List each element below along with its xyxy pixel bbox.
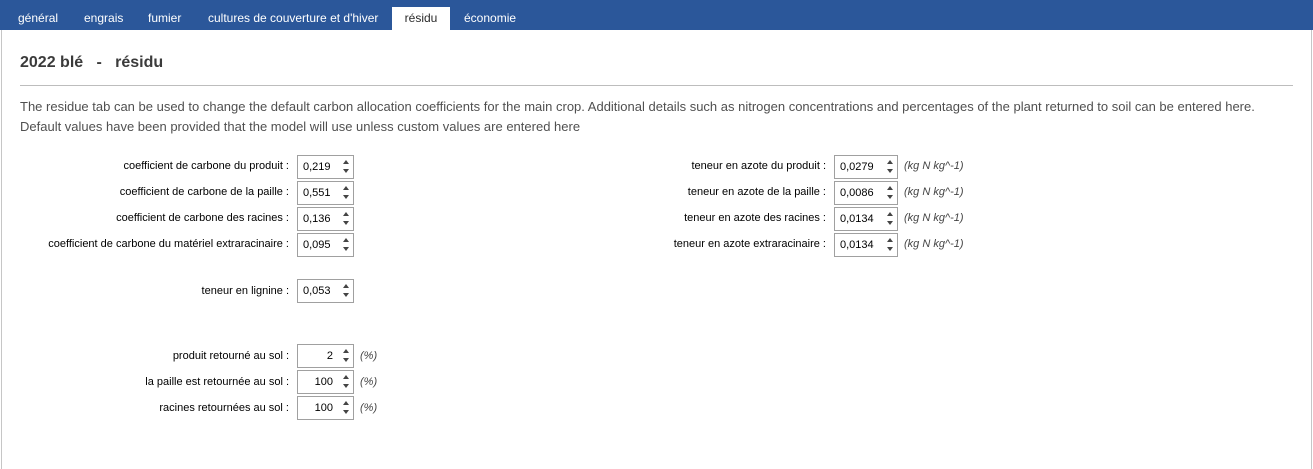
spinner-up-icon[interactable] — [887, 212, 893, 216]
lignin-spinner[interactable]: 0,053 — [297, 279, 354, 303]
roots-returned-spinner[interactable]: 100 — [297, 396, 354, 420]
spinner-up-icon[interactable] — [887, 186, 893, 190]
carbon-extraroot-label: coefficient de carbone du matériel extra… — [48, 238, 289, 250]
nitrogen-product-spinner[interactable]: 0,0279 — [834, 155, 898, 179]
lignin-value: 0,053 — [303, 285, 331, 297]
nitrogen-roots-value: 0,0134 — [840, 213, 874, 225]
carbon-extraroot-spinner[interactable]: 0,095 — [297, 233, 354, 257]
spinner-up-icon[interactable] — [343, 212, 349, 216]
nitrogen-straw-unit: (kg N kg^-1) — [904, 186, 964, 198]
spinner-up-icon[interactable] — [343, 160, 349, 164]
spinner-down-icon[interactable] — [343, 221, 349, 225]
carbon-straw-spinner[interactable]: 0,551 — [297, 181, 354, 205]
nitrogen-product-value: 0,0279 — [840, 161, 874, 173]
page-title: 2022 blé - résidu — [20, 54, 164, 71]
nitrogen-roots-unit: (kg N kg^-1) — [904, 212, 964, 224]
spinner-up-icon[interactable] — [343, 238, 349, 242]
spinner-down-icon[interactable] — [887, 247, 893, 251]
spinner-down-icon[interactable] — [887, 195, 893, 199]
straw-returned-label: la paille est retournée au sol : — [145, 376, 289, 388]
spinner-down-icon[interactable] — [887, 221, 893, 225]
tab-residue[interactable]: résidu — [392, 7, 450, 30]
spinner-up-icon[interactable] — [343, 375, 349, 379]
nitrogen-roots-spinner[interactable]: 0,0134 — [834, 207, 898, 231]
nitrogen-extraroot-spinner[interactable]: 0,0134 — [834, 233, 898, 257]
tab-general[interactable]: général — [18, 7, 58, 30]
spinner-down-icon[interactable] — [887, 169, 893, 173]
carbon-product-label: coefficient de carbone du produit : — [123, 160, 289, 172]
tab-economics[interactable]: économie — [464, 7, 516, 30]
product-returned-value: 2 — [326, 350, 333, 362]
product-returned-unit: (%) — [360, 350, 378, 362]
nitrogen-product-label: teneur en azote du produit : — [691, 160, 826, 172]
spinner-down-icon[interactable] — [343, 293, 349, 297]
spinner-down-icon[interactable] — [343, 410, 349, 414]
nitrogen-product-unit: (kg N kg^-1) — [904, 160, 964, 172]
nitrogen-straw-value: 0,0086 — [840, 187, 874, 199]
carbon-extraroot-value: 0,095 — [303, 239, 331, 251]
roots-returned-unit: (%) — [360, 402, 378, 414]
carbon-roots-spinner[interactable]: 0,136 — [297, 207, 354, 231]
carbon-straw-value: 0,551 — [303, 187, 331, 199]
spinner-down-icon[interactable] — [343, 195, 349, 199]
spinner-up-icon[interactable] — [343, 349, 349, 353]
tab-fertilizer[interactable]: engrais — [84, 7, 123, 30]
carbon-product-spinner[interactable]: 0,219 — [297, 155, 354, 179]
spinner-up-icon[interactable] — [343, 186, 349, 190]
carbon-straw-label: coefficient de carbone de la paille : — [119, 186, 289, 198]
carbon-roots-value: 0,136 — [303, 213, 331, 225]
spinner-up-icon[interactable] — [887, 238, 893, 242]
nitrogen-straw-label: teneur en azote de la paille : — [687, 186, 826, 198]
spinner-up-icon[interactable] — [343, 284, 349, 288]
spinner-down-icon[interactable] — [343, 247, 349, 251]
straw-returned-spinner[interactable]: 100 — [297, 370, 354, 394]
spinner-down-icon[interactable] — [343, 358, 349, 362]
product-returned-label: produit retourné au sol : — [172, 350, 289, 362]
straw-returned-value: 100 — [314, 376, 333, 388]
tab-bar: général engrais fumier cultures de couve… — [0, 0, 1313, 30]
roots-returned-label: racines retournées au sol : — [159, 402, 289, 414]
tab-manure[interactable]: fumier — [148, 7, 181, 30]
straw-returned-unit: (%) — [360, 376, 378, 388]
carbon-product-value: 0,219 — [303, 161, 331, 173]
nitrogen-extraroot-unit: (kg N kg^-1) — [904, 238, 964, 250]
nitrogen-extraroot-value: 0,0134 — [840, 239, 874, 251]
carbon-roots-label: coefficient de carbone des racines : — [116, 212, 289, 224]
tab-cover-crops[interactable]: cultures de couverture et d'hiver — [208, 7, 378, 30]
spinner-down-icon[interactable] — [343, 169, 349, 173]
description-text: The residue tab can be used to change th… — [20, 99, 1255, 134]
nitrogen-extraroot-label: teneur en azote extraracinaire : — [673, 238, 826, 250]
title-divider — [20, 85, 1293, 86]
roots-returned-value: 100 — [314, 402, 333, 414]
spinner-up-icon[interactable] — [887, 160, 893, 164]
product-returned-spinner[interactable]: 2 — [297, 344, 354, 368]
nitrogen-straw-spinner[interactable]: 0,0086 — [834, 181, 898, 205]
spinner-down-icon[interactable] — [343, 384, 349, 388]
spinner-up-icon[interactable] — [343, 401, 349, 405]
nitrogen-roots-label: teneur en azote des racines : — [684, 212, 826, 224]
lignin-label: teneur en lignine : — [201, 285, 289, 297]
